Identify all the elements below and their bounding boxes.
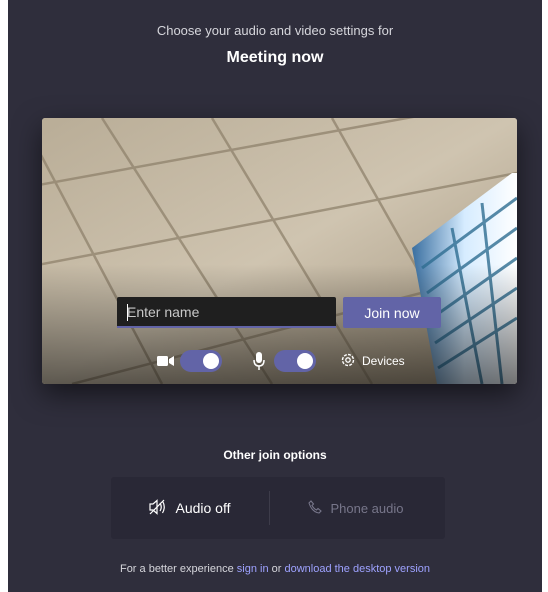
camera-feed-image [42, 118, 517, 384]
options-divider [269, 491, 270, 525]
phone-audio-button[interactable]: Phone audio [277, 477, 435, 539]
other-join-options-title: Other join options [223, 448, 327, 462]
name-input[interactable] [117, 297, 336, 328]
other-join-options: Audio off Phone audio [111, 477, 445, 539]
footer-text: For a better experience sign in or downl… [8, 563, 542, 575]
speaker-off-icon [149, 498, 167, 518]
microphone-toggle[interactable] [274, 350, 316, 372]
devices-button[interactable]: Devices [340, 351, 405, 371]
camera-toggle[interactable] [180, 350, 222, 372]
phone-icon [308, 499, 323, 517]
download-desktop-link[interactable]: download the desktop version [284, 563, 430, 575]
footer-prefix: For a better experience [119, 563, 234, 575]
microphone-toggle-knob [297, 353, 313, 369]
audio-off-button[interactable]: Audio off [111, 477, 269, 539]
phone-audio-label: Phone audio [330, 500, 404, 516]
settings-subtitle: Choose your audio and video settings for [156, 23, 394, 38]
gear-icon [340, 352, 356, 371]
sign-in-link[interactable]: sign in [237, 563, 269, 575]
camera-toggle-knob [203, 353, 219, 369]
text-cursor [127, 304, 128, 321]
prejoin-screen: Choose your audio and video settings for… [8, 0, 542, 592]
video-camera-icon [157, 354, 175, 373]
join-now-button[interactable]: Join now [343, 297, 441, 328]
microphone-icon [253, 352, 265, 375]
footer-middle: or [271, 563, 282, 575]
camera-preview: Join now [42, 118, 517, 384]
meeting-title: Meeting now [226, 49, 324, 66]
devices-label: Devices [362, 354, 405, 368]
media-controls: Devices [42, 348, 517, 376]
audio-off-label: Audio off [175, 500, 231, 516]
